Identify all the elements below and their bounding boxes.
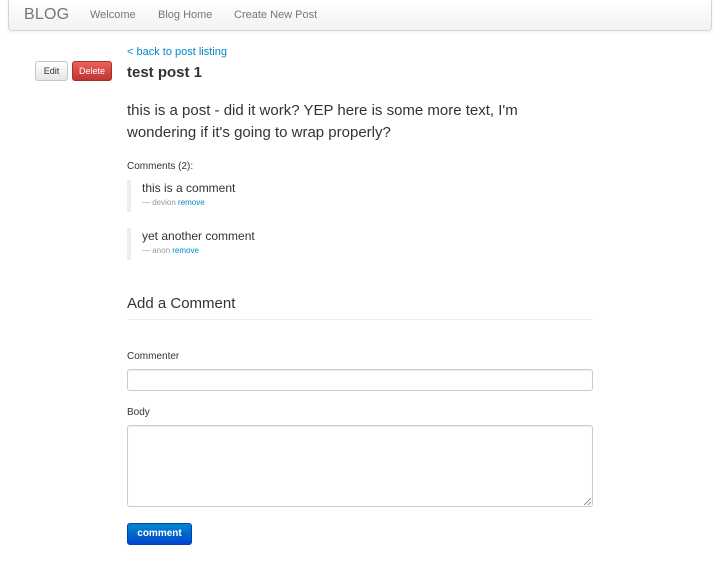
back-to-listing-link[interactable]: < back to post listing: [127, 46, 227, 58]
post-body: this is a post - did it work? YEP here i…: [127, 102, 518, 141]
edit-button[interactable]: Edit: [35, 61, 68, 81]
commenter-label: Commenter: [127, 351, 180, 362]
comment-item: this is a comment — devion remove: [127, 180, 427, 212]
nav-link-welcome[interactable]: Welcome: [90, 9, 136, 21]
navbar: BLOG Welcome Blog Home Create New Post: [8, 0, 712, 31]
post-title: test post 1: [127, 64, 203, 81]
body-label: Body: [127, 407, 150, 418]
remove-comment-link[interactable]: remove: [178, 198, 205, 207]
commenter-input[interactable]: [127, 369, 593, 391]
comment-meta: — devion remove: [142, 198, 427, 207]
nav-link-blog-home[interactable]: Blog Home: [158, 9, 212, 21]
comment-meta: — anon remove: [142, 246, 427, 255]
remove-comment-link[interactable]: remove: [172, 246, 199, 255]
section-divider: [127, 319, 593, 320]
comment-text: this is a comment: [142, 181, 236, 195]
body-textarea[interactable]: [127, 425, 593, 507]
resize-handle[interactable]: [584, 498, 591, 505]
delete-button[interactable]: Delete: [72, 61, 112, 81]
brand-logo[interactable]: BLOG: [24, 6, 69, 24]
comment-text: yet another comment: [142, 229, 255, 243]
submit-comment-button[interactable]: comment: [127, 523, 192, 545]
add-comment-heading: Add a Comment: [127, 295, 236, 312]
comment-item: yet another comment — anon remove: [127, 228, 427, 260]
comment-author: — anon: [142, 246, 171, 255]
nav-link-create-new-post[interactable]: Create New Post: [234, 9, 317, 21]
comments-header: Comments (2):: [127, 161, 194, 172]
comment-author: — devion: [142, 198, 176, 207]
